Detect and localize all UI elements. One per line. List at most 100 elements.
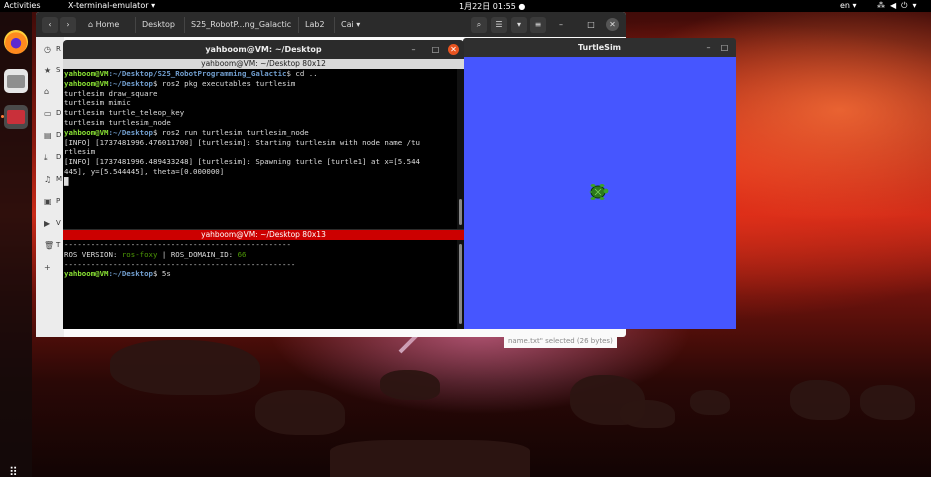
sidebar-item-letter: R — [56, 45, 61, 53]
prompt-path: :~/Desktop — [108, 78, 154, 88]
turtle-icon — [589, 184, 609, 200]
chevron-down-icon: ▾ — [356, 20, 361, 29]
chevron-down-icon: ▾ — [912, 1, 922, 10]
prompt-path: :~/Desktop — [108, 127, 154, 137]
terminal-line: turtlesim mimic — [64, 98, 457, 108]
pictures-icon[interactable]: ▣ — [44, 197, 54, 206]
firefox-icon[interactable] — [4, 30, 28, 54]
chevron-down-icon: ▾ — [151, 1, 156, 10]
wallpaper-rock — [790, 380, 850, 420]
system-tray[interactable]: ⁂◀⏻▾ — [877, 1, 922, 11]
clock[interactable]: 1月22日 01:55 ● — [459, 1, 525, 12]
terminal-line: rtlesim — [64, 147, 457, 157]
maximize-icon[interactable]: □ — [584, 17, 598, 33]
scrollbar[interactable] — [457, 69, 464, 229]
turtlesim-window[interactable]: TurtleSim – □ — [463, 38, 736, 329]
prompt-user: yahboom@VM — [64, 78, 109, 88]
prompt-user: yahboom@VM — [64, 269, 109, 279]
sidebar-item-letter: V — [56, 219, 61, 227]
ros-domain-value: 66 — [237, 249, 247, 259]
breadcrumb-desktop[interactable]: Desktop — [135, 17, 181, 33]
power-icon: ⏻ — [901, 1, 913, 10]
terminal-window[interactable]: yahboom@VM: ~/Desktop – □ ✕ yahboom@VM: … — [63, 40, 464, 329]
command-text: $ ros2 run turtlesim turtlesim_node — [153, 127, 309, 137]
search-icon[interactable]: ⌕ — [471, 17, 487, 33]
breadcrumb-cai[interactable]: Cai ▾ — [334, 17, 366, 33]
show-applications-icon[interactable]: ⠿ — [9, 466, 23, 477]
maximize-icon[interactable]: □ — [719, 42, 730, 53]
wallpaper-rock — [860, 385, 915, 420]
music-icon[interactable]: ♫ — [44, 175, 54, 184]
output-text: ----------------------------------------… — [64, 240, 291, 249]
sidebar-item-letter: T — [56, 241, 61, 249]
active-indicator — [1, 115, 4, 118]
breadcrumb-home[interactable]: ⌂ Home — [82, 17, 125, 33]
breadcrumb-lab2[interactable]: Lab2 — [298, 17, 331, 33]
app-menu[interactable]: X-terminal-emulator ▾ — [68, 1, 155, 10]
breadcrumb-label: Lab2 — [305, 20, 325, 29]
videos-icon[interactable]: ▶ — [44, 219, 54, 228]
scrollbar[interactable] — [457, 240, 464, 329]
prompt-path: :~/Desktop — [108, 269, 154, 279]
files-headerbar: ‹ › ⌂ Home Desktop S25_RobotP...ng_Galac… — [36, 12, 626, 37]
terminal-line: yahboom@VM:~/Desktop/S25_RobotProgrammin… — [64, 69, 457, 79]
view-options-icon[interactable]: ▾ — [511, 17, 527, 33]
minimize-icon[interactable]: – — [703, 42, 714, 53]
chevron-down-icon: ▾ — [852, 1, 857, 10]
minimize-icon[interactable]: – — [408, 44, 419, 55]
prompt-path: :~/Desktop/S25_RobotProgramming_Galactic — [108, 69, 287, 78]
wallpaper-rock — [690, 390, 730, 415]
downloads-icon[interactable]: ⤓ — [44, 153, 54, 163]
terminal-line: ----------------------------------------… — [64, 240, 457, 250]
ros-version-label: ROS VERSION: — [64, 249, 122, 259]
terminal-line: turtlesim turtle_teleop_key — [64, 108, 457, 118]
wallpaper-rock — [620, 400, 675, 428]
close-icon[interactable]: ✕ — [448, 44, 459, 55]
maximize-icon[interactable]: □ — [430, 44, 441, 55]
command-text: $ ros2 pkg executables turtlesim — [153, 78, 296, 88]
lang-label: en — [840, 1, 850, 10]
input-method-menu[interactable]: en ▾ — [840, 1, 857, 10]
close-icon[interactable]: ✕ — [606, 18, 619, 31]
terminal-line: turtlesim turtlesim_node — [64, 118, 457, 128]
menu-icon[interactable]: ≡ — [530, 17, 546, 33]
recent-icon[interactable]: ◷ — [44, 45, 54, 54]
volume-icon: ◀ — [890, 1, 902, 10]
output-text: [INFO] [1737481996.476011700] [turtlesim… — [64, 137, 420, 147]
scroll-thumb[interactable] — [459, 244, 462, 324]
trash-icon[interactable]: 🗑 — [44, 241, 54, 250]
minimize-icon[interactable]: – — [554, 17, 568, 33]
app-menu-label: X-terminal-emulator — [68, 1, 149, 10]
terminal-pane-bottom[interactable]: ----------------------------------------… — [63, 240, 457, 329]
wallpaper-rock — [255, 390, 345, 435]
terminal-line: yahboom@VM:~/Desktop$ ros2 pkg executabl… — [64, 79, 457, 89]
documents-icon[interactable]: ▤ — [44, 131, 54, 140]
pane-title-bottom[interactable]: yahboom@VM: ~/Desktop 80x13 — [63, 230, 464, 240]
view-list-icon[interactable]: ☰ — [491, 17, 507, 33]
terminal-line: 445], y=[5.544445], theta=[0.000000] — [64, 167, 457, 177]
notification-dot-icon: ● — [518, 2, 526, 11]
starred-icon[interactable]: ★ — [44, 66, 54, 75]
terminal-line: [INFO] [1737481996.476011700] [turtlesim… — [64, 138, 457, 148]
status-bar: name.txt" selected (26 bytes) — [504, 337, 617, 348]
pane-title-top[interactable]: yahboom@VM: ~/Desktop 80x12 — [63, 59, 464, 69]
wallpaper-rock — [380, 370, 440, 400]
home-icon[interactable]: ⌂ — [44, 87, 54, 96]
files-icon[interactable] — [4, 69, 28, 93]
back-button[interactable]: ‹ — [42, 17, 58, 33]
command-text: $ 5s — [153, 269, 171, 279]
sidebar-item-letter: D — [56, 153, 62, 161]
desktop-icon[interactable]: ▭ — [44, 109, 54, 118]
terminal-icon[interactable] — [4, 105, 28, 129]
network-icon: ⁂ — [877, 1, 890, 10]
forward-button[interactable]: › — [60, 17, 76, 33]
terminal-pane-top[interactable]: yahboom@VM:~/Desktop/S25_RobotProgrammin… — [63, 69, 457, 229]
sidebar-item-letter: P — [56, 197, 61, 205]
scroll-thumb[interactable] — [459, 199, 462, 225]
other-locations-icon[interactable]: + — [44, 263, 54, 272]
terminal-line: yahboom@VM:~/Desktop$ ros2 run turtlesim… — [64, 128, 457, 138]
breadcrumb-project[interactable]: S25_RobotP...ng_Galactic — [184, 17, 297, 33]
breadcrumb-label: Desktop — [142, 20, 175, 29]
activities-button[interactable]: Activities — [4, 1, 41, 10]
prompt-user: yahboom@VM — [64, 127, 109, 137]
